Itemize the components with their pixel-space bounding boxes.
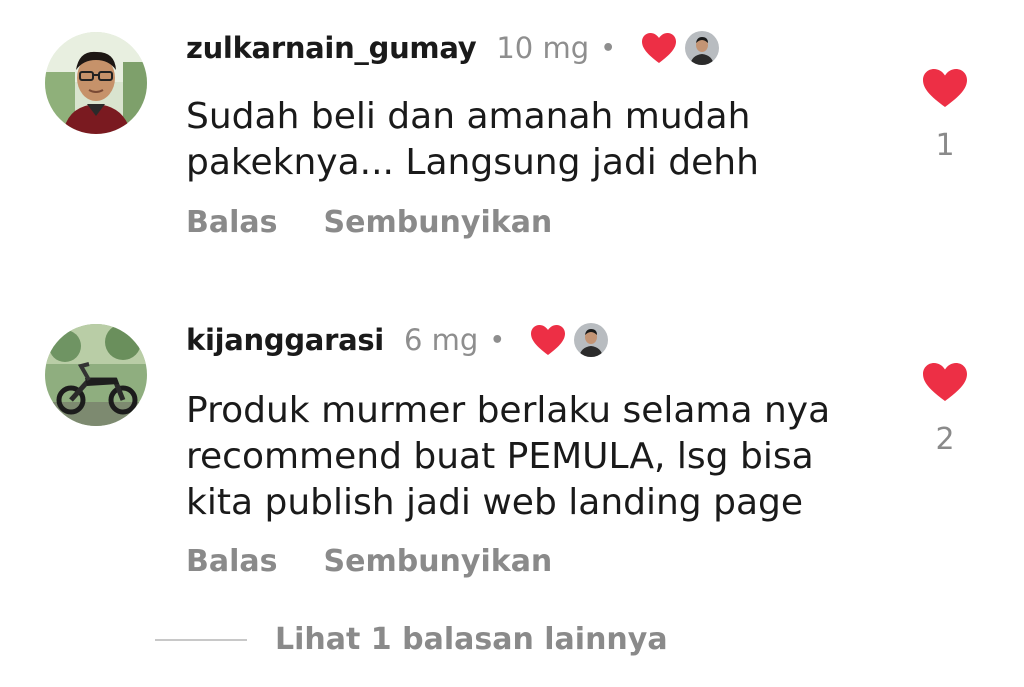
like-heart-icon[interactable] (915, 68, 975, 108)
comment-header: kijanggarasi 6 mg • (186, 320, 609, 360)
user-avatar-motorcycle-icon (45, 324, 147, 426)
like-column: 2 (915, 362, 975, 457)
creator-liked-heart-icon (530, 324, 566, 356)
comment-item: zulkarnain_gumay 10 mg • Sudah beli dan … (0, 0, 1024, 300)
reply-button[interactable]: Balas (186, 205, 278, 240)
comment-time: 6 mg (403, 323, 479, 357)
comment-item: kijanggarasi 6 mg • Produk murmer berlak… (0, 300, 1024, 600)
divider-line (155, 638, 247, 641)
comment-text: Sudah beli dan amanah mudah pakeknya... … (186, 96, 759, 183)
creator-liked-heart-icon (641, 32, 677, 64)
reply-button[interactable]: Balas (186, 544, 278, 579)
hide-button[interactable]: Sembunyikan (324, 544, 553, 579)
comment-time: 10 mg (496, 31, 590, 65)
avatar[interactable] (45, 32, 147, 134)
comment-text: Produk murmer berlaku selama nya recomme… (186, 390, 831, 523)
username[interactable]: zulkarnain_gumay (186, 31, 477, 65)
comment-actions: Balas Sembunyikan (186, 205, 552, 240)
separator-dot: • (601, 35, 616, 61)
creator-avatar-icon (685, 31, 720, 65)
view-more-replies-label[interactable]: Lihat 1 balasan lainnya (275, 622, 668, 657)
creator-avatar-icon (574, 323, 609, 357)
hide-button[interactable]: Sembunyikan (324, 205, 553, 240)
comment-actions: Balas Sembunyikan (186, 544, 552, 579)
username[interactable]: kijanggarasi (186, 323, 384, 357)
view-more-replies[interactable]: Lihat 1 balasan lainnya (155, 622, 668, 657)
user-avatar-man-glasses-icon (45, 32, 147, 134)
like-column: 1 (915, 68, 975, 163)
like-heart-icon[interactable] (915, 362, 975, 402)
like-count: 2 (935, 422, 955, 457)
avatar[interactable] (45, 324, 147, 426)
like-count: 1 (935, 128, 955, 163)
separator-dot: • (490, 327, 505, 353)
comment-header: zulkarnain_gumay 10 mg • (186, 28, 720, 68)
